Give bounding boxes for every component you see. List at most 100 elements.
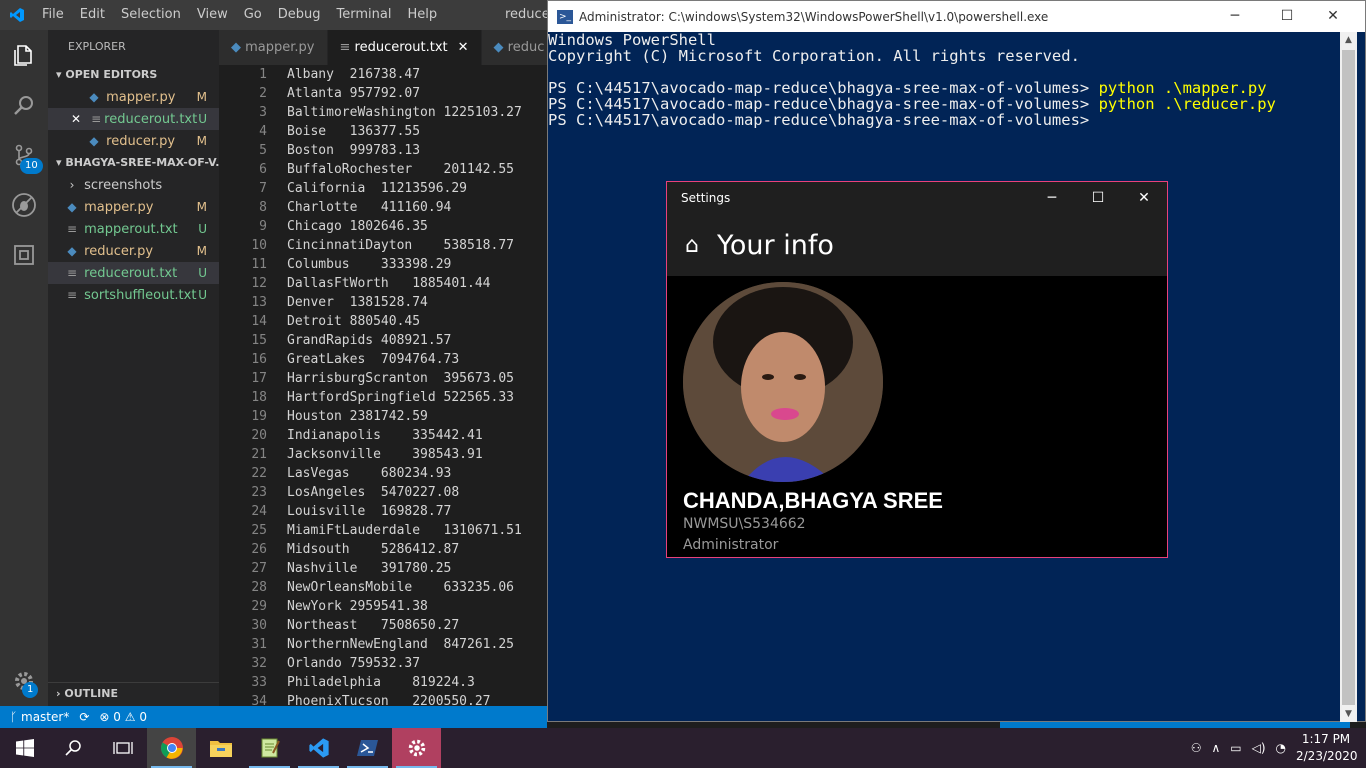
open-editors-header[interactable]: ▾ OPEN EDITORS	[48, 64, 219, 86]
python-file-icon: ◆	[89, 134, 99, 148]
source-control-icon[interactable]: 10	[0, 130, 48, 180]
settings-window[interactable]: Settings ─ ☐ ✕ ⌂ Your info CHANDA,BHAGYA…	[666, 181, 1168, 558]
code-editor[interactable]: 1 Albany 216738.47 2 Atlanta 957792.07 3 Balt…	[219, 65, 547, 706]
code-line: 26 Midsouth 5286412.87	[219, 540, 547, 559]
minimize-button[interactable]: ─	[1212, 1, 1258, 32]
search-icon[interactable]	[0, 80, 48, 130]
console-scrollbar[interactable]: ▲ ▼	[1340, 32, 1357, 722]
menu-file[interactable]: File	[34, 0, 72, 30]
editor-tabs: ◆ mapper.py ≡ reducerout.txt ✕ ◆ reduc	[219, 30, 558, 65]
sync-icon[interactable]: ⟳	[79, 710, 89, 724]
code-line: 33 Philadelphia 819224.3	[219, 673, 547, 692]
python-file-icon: ◆	[89, 90, 99, 104]
menu-view[interactable]: View	[189, 0, 236, 30]
tab-reducerout[interactable]: ≡ reducerout.txt ✕	[327, 30, 482, 65]
git-status: U	[198, 266, 207, 280]
people-icon[interactable]: ⚇	[1191, 741, 1202, 755]
notepad-plus-icon[interactable]	[245, 728, 294, 768]
folder-item[interactable]: › screenshots	[48, 174, 219, 196]
close-button[interactable]: ✕	[1310, 1, 1356, 32]
folder-item[interactable]: ◆ mapper.py M	[48, 196, 219, 218]
explorer-icon[interactable]	[0, 30, 48, 80]
chevron-up-icon[interactable]: ∧	[1211, 741, 1220, 755]
code-line: 6 BuffaloRochester 201142.55	[219, 160, 547, 179]
code-text: Jacksonville 398543.91	[287, 447, 483, 462]
maximize-button[interactable]: ☐	[1075, 182, 1121, 214]
line-number: 33	[251, 675, 267, 690]
menu-bar: File Edit Selection View Go Debug Termin…	[34, 0, 445, 30]
close-button[interactable]: ✕	[1121, 182, 1167, 214]
tab-mapper[interactable]: ◆ mapper.py	[219, 30, 328, 65]
line-number: 7	[259, 181, 267, 196]
menu-edit[interactable]: Edit	[72, 0, 113, 30]
manage-gear-icon[interactable]: 1	[0, 656, 48, 706]
battery-icon[interactable]: ▭	[1230, 741, 1241, 755]
code-text: Charlotte 411160.94	[287, 200, 452, 215]
menu-help[interactable]: Help	[399, 0, 445, 30]
extensions-icon[interactable]	[0, 230, 48, 280]
line-number: 29	[251, 599, 267, 614]
line-number: 4	[259, 124, 267, 139]
file-explorer-icon[interactable]	[196, 728, 245, 768]
page-title: Your info	[717, 229, 834, 261]
debug-icon[interactable]	[0, 180, 48, 230]
menu-terminal[interactable]: Terminal	[329, 0, 400, 30]
task-view-icon[interactable]	[98, 728, 147, 768]
folder-item[interactable]: ≡ reducerout.txt U	[48, 262, 219, 284]
open-editor-item[interactable]: ◆ mapper.py M	[48, 86, 219, 108]
git-branch[interactable]: ᚴ master*	[10, 710, 69, 724]
error-icon: ⊗	[99, 710, 114, 724]
code-text: BuffaloRochester 201142.55	[287, 162, 514, 177]
settings-header: ⌂ Your info	[667, 214, 1167, 276]
chevron-right-icon: ›	[69, 178, 75, 192]
line-number: 19	[251, 409, 267, 424]
settings-taskbar-icon[interactable]	[392, 728, 441, 768]
tab-label: reduc	[507, 40, 545, 55]
code-line: 25 MiamiFtLauderdale 1310671.51	[219, 521, 547, 540]
code-line: 17 HarrisburgScranton 395673.05	[219, 369, 547, 388]
code-line: 12 DallasFtWorth 1885401.44	[219, 274, 547, 293]
close-icon[interactable]: ✕	[458, 40, 469, 55]
open-editor-item[interactable]: ◆ reducer.py M	[48, 130, 219, 152]
scrollbar-thumb[interactable]	[1342, 50, 1355, 705]
open-editor-item[interactable]: ✕ ≡ reducerout.txt U	[48, 108, 219, 130]
folder-item[interactable]: ◆ reducer.py M	[48, 240, 219, 262]
volume-icon[interactable]: ◁)	[1252, 741, 1266, 755]
code-line: 5 Boston 999783.13	[219, 141, 547, 160]
folder-item[interactable]: ≡ mapperout.txt U	[48, 218, 219, 240]
user-domain: NWMSU\S534662	[683, 516, 806, 532]
vscode-taskbar-icon[interactable]	[294, 728, 343, 768]
menu-debug[interactable]: Debug	[270, 0, 329, 30]
network-icon[interactable]: ◔	[1276, 741, 1286, 755]
menu-selection[interactable]: Selection	[113, 0, 189, 30]
problems-indicator[interactable]: ⊗ 0 ⚠ 0	[99, 710, 147, 724]
minimize-button[interactable]: ─	[1029, 182, 1075, 214]
close-icon[interactable]: ✕	[68, 108, 84, 130]
file-name: screenshots	[84, 178, 163, 193]
scroll-down-icon[interactable]: ▼	[1340, 706, 1357, 722]
folder-header[interactable]: ▾ BHAGYA-SREE-MAX-OF-V...	[48, 152, 219, 174]
clock[interactable]: 1:17 PM 2/23/2020	[1296, 731, 1358, 765]
code-text: Denver 1381528.74	[287, 295, 428, 310]
search-icon[interactable]	[49, 728, 98, 768]
line-number: 20	[251, 428, 267, 443]
chrome-icon[interactable]	[147, 728, 196, 768]
maximize-button[interactable]: ☐	[1264, 1, 1310, 32]
windows-start-icon[interactable]	[0, 728, 49, 768]
code-line: 20 Indianapolis 335442.41	[219, 426, 547, 445]
powershell-taskbar-icon[interactable]	[343, 728, 392, 768]
menu-go[interactable]: Go	[236, 0, 270, 30]
git-status: M	[196, 200, 207, 214]
open-editors-label: OPEN EDITORS	[65, 68, 158, 81]
home-icon[interactable]: ⌂	[667, 233, 717, 258]
outline-header[interactable]: › OUTLINE	[48, 682, 219, 704]
folder-item[interactable]: ≡ sortshuffleout.txt U	[48, 284, 219, 306]
code-text: BaltimoreWashington 1225103.27	[287, 105, 522, 120]
text-file-icon: ≡	[66, 222, 78, 236]
tab-label: reducerout.txt	[354, 40, 448, 55]
scroll-up-icon[interactable]: ▲	[1340, 32, 1357, 48]
git-status: M	[196, 90, 207, 104]
code-line: 15 GrandRapids 408921.57	[219, 331, 547, 350]
tab-reducer[interactable]: ◆ reduc	[481, 30, 558, 65]
code-text: Midsouth 5286412.87	[287, 542, 460, 557]
